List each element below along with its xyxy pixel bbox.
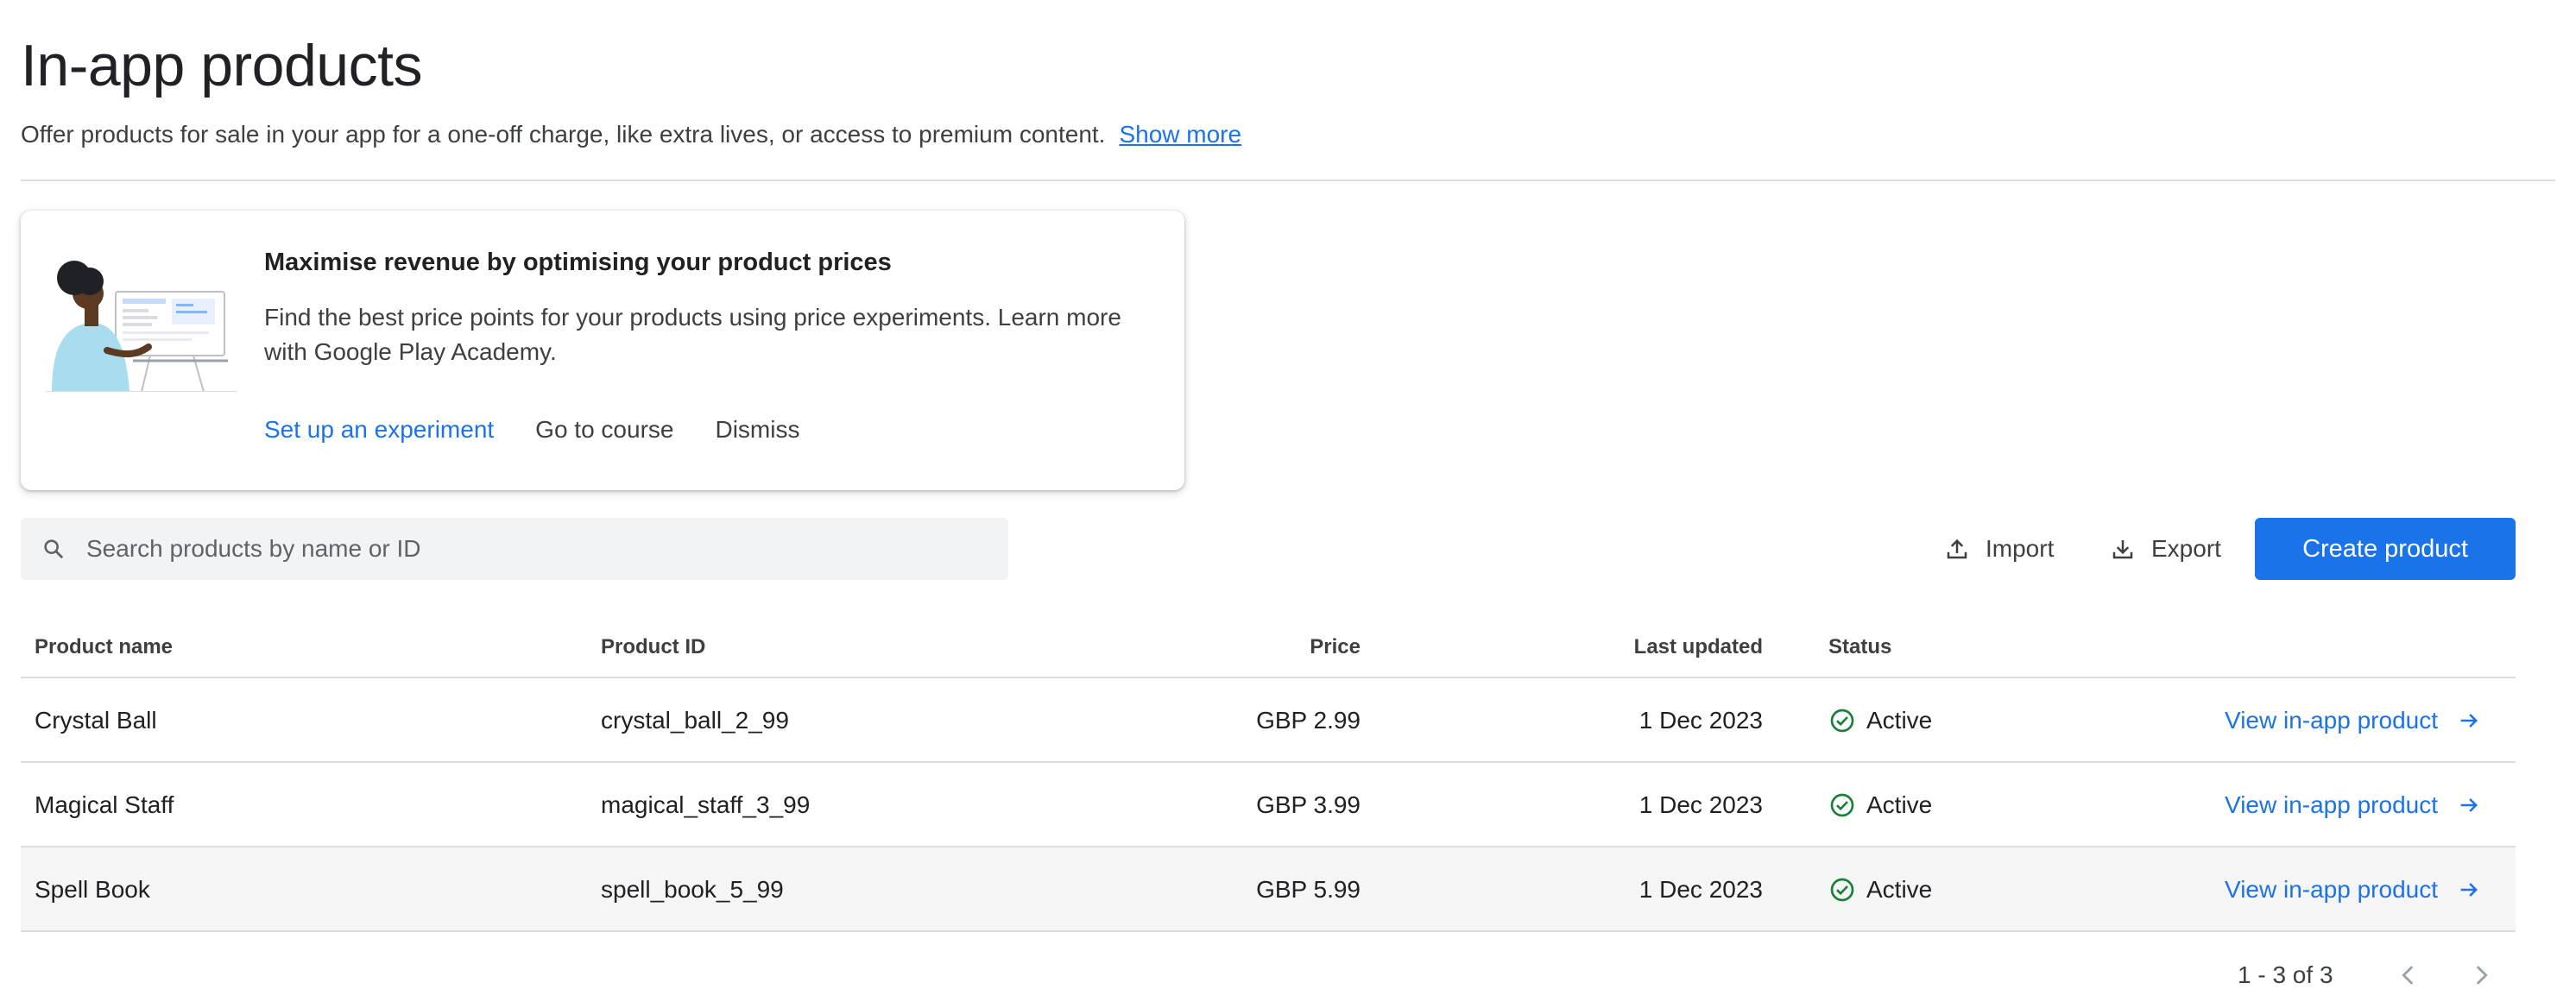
view-in-app-product-link[interactable]: View in-app product (2225, 875, 2481, 904)
page-description-text: Offer products for sale in your app for … (21, 121, 1106, 148)
page-description: Offer products for sale in your app for … (21, 119, 1241, 150)
dismiss-button[interactable]: Dismiss (715, 413, 799, 447)
column-header-price[interactable]: Price (1310, 633, 1361, 661)
status-label: Active (1866, 791, 1933, 818)
import-label: Import (1986, 535, 2055, 562)
go-to-course-button[interactable]: Go to course (535, 413, 673, 447)
status-badge: Active (1828, 791, 1932, 820)
promo-body: Find the best price points for your prod… (264, 304, 1121, 365)
table-row[interactable]: Magical Staff magical_staff_3_99 GBP 3.9… (21, 763, 2516, 847)
view-link-label: View in-app product (2225, 876, 2438, 903)
product-price: GBP 3.99 (1256, 791, 1361, 818)
chevron-left-icon[interactable] (2394, 961, 2423, 990)
product-id: crystal_ball_2_99 (601, 707, 789, 734)
page-title: In-app products (21, 33, 423, 98)
promo-title: Maximise revenue by optimising your prod… (264, 249, 892, 276)
view-link-label: View in-app product (2225, 791, 2438, 818)
product-price: GBP 5.99 (1256, 876, 1361, 903)
check-circle-icon (1830, 793, 1854, 817)
status-badge: Active (1828, 875, 1932, 904)
chevron-right-icon[interactable] (2466, 961, 2496, 990)
pagination-label: 1 - 3 of 3 (2238, 961, 2333, 988)
import-button[interactable]: Import (1944, 518, 2054, 580)
column-header-last-updated[interactable]: Last updated (1634, 633, 1763, 661)
promo-actions: Set up an experiment Go to course Dismis… (264, 413, 799, 447)
arrow-right-icon (2460, 714, 2478, 728)
export-label: Export (2151, 535, 2221, 562)
column-header-product-id[interactable]: Product ID (601, 633, 705, 661)
last-updated: 1 Dec 2023 (1638, 791, 1763, 818)
product-name: Crystal Ball (35, 707, 157, 734)
status-badge: Active (1828, 706, 1932, 735)
set-up-experiment-button[interactable]: Set up an experiment (264, 413, 494, 447)
pagination: 1 - 3 of 3 (2238, 958, 2496, 992)
last-updated: 1 Dec 2023 (1638, 707, 1763, 734)
product-price: GBP 2.99 (1256, 707, 1361, 734)
products-table: Product name Product ID Price Last updat… (21, 620, 2516, 932)
check-circle-icon (1830, 878, 1854, 902)
upload-icon (1947, 539, 1967, 559)
promo-illustration (47, 261, 237, 392)
last-updated: 1 Dec 2023 (1638, 876, 1763, 903)
status-label: Active (1866, 876, 1933, 903)
table-header: Product name Product ID Price Last updat… (21, 620, 2516, 678)
export-button[interactable]: Export (2110, 518, 2221, 580)
price-experiment-promo-card: Maximise revenue by optimising your prod… (21, 211, 1184, 490)
view-in-app-product-link[interactable]: View in-app product (2225, 706, 2481, 735)
table-row[interactable]: Crystal Ball crystal_ball_2_99 GBP 2.99 … (21, 678, 2516, 763)
download-icon (2112, 540, 2133, 559)
search-icon (44, 539, 63, 558)
arrow-right-icon (2460, 883, 2478, 897)
show-more-link[interactable]: Show more (1119, 121, 1241, 148)
status-label: Active (1866, 707, 1933, 734)
table-row[interactable]: Spell Book spell_book_5_99 GBP 5.99 1 De… (21, 847, 2516, 932)
product-name: Spell Book (35, 876, 150, 903)
product-id: spell_book_5_99 (601, 876, 784, 903)
search-bar (21, 518, 1008, 580)
view-in-app-product-link[interactable]: View in-app product (2225, 791, 2481, 820)
column-header-product-name[interactable]: Product name (35, 633, 173, 661)
arrow-right-icon (2460, 798, 2478, 812)
product-name: Magical Staff (35, 791, 174, 818)
search-input[interactable] (86, 518, 984, 580)
view-link-label: View in-app product (2225, 707, 2438, 734)
header-divider (21, 180, 2555, 181)
column-header-status[interactable]: Status (1828, 633, 1891, 661)
in-app-products-page: In-app products Offer products for sale … (21, 0, 2555, 1008)
product-id: magical_staff_3_99 (601, 791, 811, 818)
create-product-button[interactable]: Create product (2255, 518, 2516, 580)
check-circle-icon (1830, 709, 1854, 733)
